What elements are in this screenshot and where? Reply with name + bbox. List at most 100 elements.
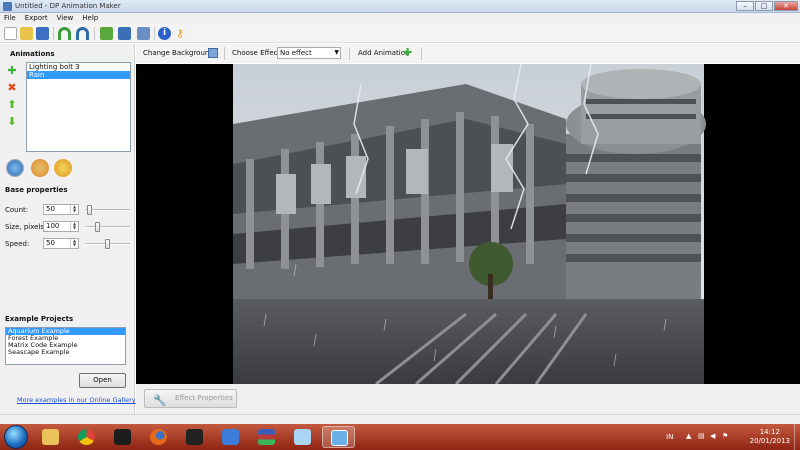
notepad-icon [294,429,311,445]
online-gallery-link[interactable]: More examples in our Online Gallery [17,396,136,404]
taskbar-chrome-app[interactable] [70,426,103,448]
windows-taskbar: IN ▲ ▤ ◀ ⚑ 14:12 20/01/2013 [0,424,800,450]
chevron-down-icon: ▼ [334,49,339,56]
tab-palette[interactable] [31,159,49,177]
animations-list[interactable]: Lighting bolt 3 Rain [26,62,131,152]
taskbar-nero-app[interactable] [178,426,211,448]
close-button[interactable]: ✕ [774,1,798,11]
open-folder-icon[interactable] [20,27,33,40]
tab-timing[interactable] [54,159,72,177]
slider-thumb[interactable] [105,239,110,249]
tab-base-properties[interactable] [6,159,24,177]
taskbar-winrar-app[interactable] [250,426,283,448]
menu-file[interactable]: File [4,13,16,24]
taskbar-folder-app[interactable] [34,426,67,448]
menu-help[interactable]: Help [82,13,98,24]
slider-thumb[interactable] [87,205,92,215]
main-toolbar: i ⚷ [0,24,800,43]
key-icon[interactable]: ⚷ [176,27,189,40]
winrar-icon [258,429,275,445]
effect-select[interactable]: No effect ▼ [277,47,341,59]
count-slider[interactable] [85,205,130,215]
toolbar-separator [224,47,225,60]
undo-icon[interactable] [58,27,71,40]
change-background-button[interactable]: Change Background [143,49,214,57]
volume-icon[interactable]: ◀ [710,432,715,440]
flag-icon[interactable]: ⚑ [722,432,728,440]
speed-stepper[interactable]: 50 ▲ ▼ [43,238,79,249]
plus-icon[interactable]: ✚ [403,46,412,59]
menu-view[interactable]: View [57,13,74,24]
menu-export[interactable]: Export [25,13,48,24]
move-down-icon[interactable]: ⬇ [6,116,18,128]
show-desktop-button[interactable] [794,424,800,450]
redo-icon[interactable] [76,27,89,40]
taskbar-firefox-app[interactable] [142,426,175,448]
move-up-icon[interactable]: ⬆ [6,99,18,111]
stadium-scene-image [233,64,706,384]
tray-arrow-icon[interactable]: ▲ [686,432,691,440]
background-image-icon[interactable] [208,48,218,58]
list-item[interactable]: Lighting bolt 3 [27,63,130,71]
add-animation-icon[interactable]: ✚ [6,65,18,77]
clock[interactable]: 14:12 20/01/2013 [750,428,790,446]
info-icon[interactable]: i [158,27,171,40]
toolbar-separator [154,27,155,40]
firefox-icon [150,429,167,445]
preview-canvas[interactable] [136,64,800,384]
left-panel: Animations Lighting bolt 3 Rain ✚ ✖ ⬆ ⬇ … [0,44,136,414]
spin-arrows-icon[interactable]: ▲ ▼ [70,205,78,214]
spin-arrows-icon[interactable]: ▲ ▼ [70,222,78,231]
count-stepper[interactable]: 50 ▲ ▼ [43,204,79,215]
toolbar-separator [53,27,54,40]
folder-icon [42,429,59,445]
count-value: 50 [46,205,55,213]
network-icon[interactable]: ▤ [698,432,705,440]
list-item[interactable]: Rain [27,71,130,79]
example-projects-list[interactable]: Aquarium Example Forest Example Matrix C… [5,327,126,365]
effect-toolbar: Change Background Choose Effect: No effe… [136,44,800,63]
size-row: Size, pixels: 100 ▲ ▼ [5,221,130,233]
title-bar: Untitled - DP Animation Maker – □ ✕ [0,0,800,13]
remove-animation-icon[interactable]: ✖ [6,82,18,94]
taskbar-notepad-app[interactable] [286,426,319,448]
maximize-button[interactable]: □ [755,1,773,11]
system-tray: IN ▲ ▤ ◀ ⚑ 14:12 20/01/2013 [660,424,800,450]
add-animation-button[interactable]: Add Animation [358,49,409,57]
toolbar-separator [349,47,350,60]
speed-slider[interactable] [85,239,130,249]
taskbar-media-player-app[interactable] [106,426,139,448]
start-button[interactable] [4,425,28,449]
taskbar-messenger-app[interactable] [214,426,247,448]
size-value: 100 [46,222,60,230]
menu-bar: File Export View Help [0,13,800,24]
export-image-icon[interactable] [100,27,113,40]
properties-tabs [3,157,133,179]
slider-thumb[interactable] [95,222,100,232]
language-indicator[interactable]: IN [666,433,673,441]
chrome-icon [78,429,95,445]
clock-date: 20/01/2013 [749,437,790,445]
toolbar-separator [94,27,95,40]
effect-properties-button[interactable]: 🔧 Effect Properties [144,389,237,408]
count-label: Count: [5,206,29,214]
base-properties-title: Base properties [5,186,68,194]
taskbar-dp-animation-maker-app[interactable] [322,426,355,448]
nero-icon [186,429,203,445]
size-slider[interactable] [85,222,130,232]
bottom-bar: 🔧 Effect Properties [136,384,800,414]
list-item[interactable]: Seascape Example [6,349,125,356]
size-label: Size, pixels: [5,223,47,231]
count-row: Count: 50 ▲ ▼ [5,204,130,216]
new-file-icon[interactable] [4,27,17,40]
export-screensaver-icon[interactable] [137,27,150,40]
effect-properties-label: Effect Properties [175,394,233,402]
animations-title: Animations [10,50,55,58]
export-video-icon[interactable] [118,27,131,40]
size-stepper[interactable]: 100 ▲ ▼ [43,221,79,232]
open-button[interactable]: Open [79,373,126,388]
minimize-button[interactable]: – [736,1,754,11]
spin-arrows-icon[interactable]: ▲ ▼ [70,239,78,248]
toolbar-separator [421,47,422,60]
save-icon[interactable] [36,27,49,40]
